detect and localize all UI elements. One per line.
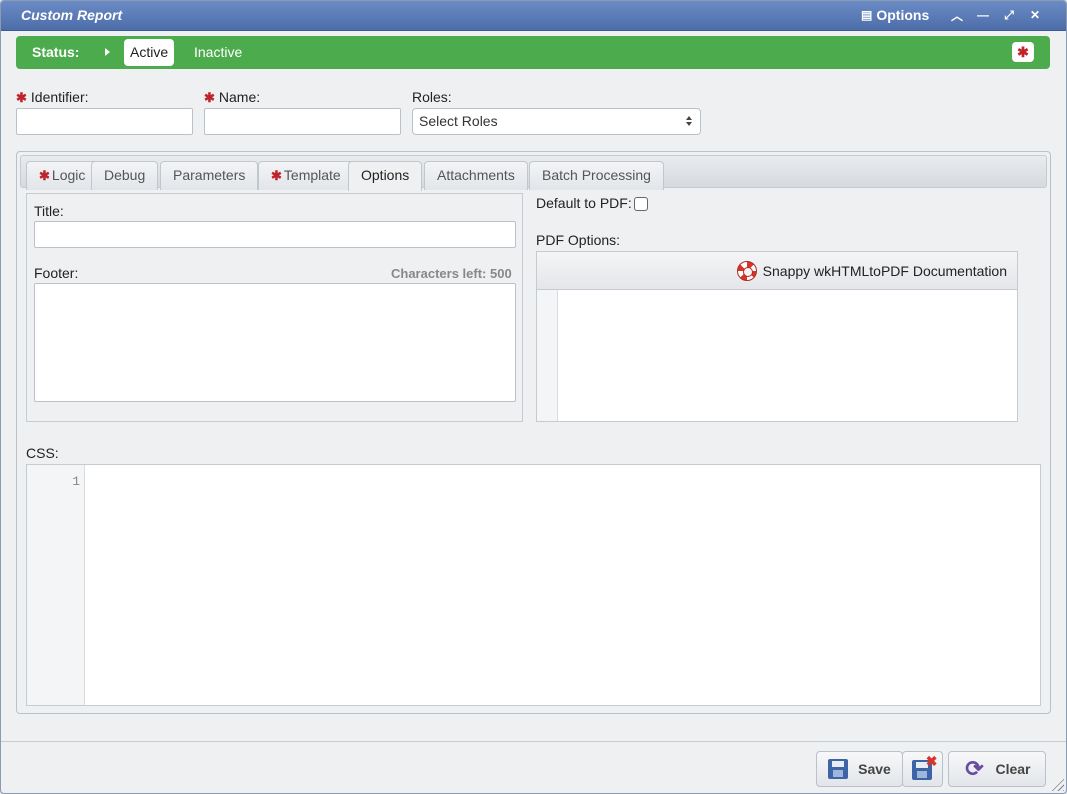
pdf-options-gutter [537, 290, 558, 421]
tab-label: Options [361, 167, 410, 183]
documentation-link[interactable]: Snappy wkHTMLtoPDF Documentation [736, 261, 1007, 281]
list-icon: ▤ [861, 8, 873, 22]
tab-label: Debug [104, 167, 146, 183]
tab-parameters[interactable]: Parameters [160, 161, 259, 190]
pdf-options-label: PDF Options: [536, 232, 621, 248]
save-icon [828, 759, 849, 779]
save-and-close-button[interactable]: ✖ [902, 751, 943, 787]
status-label: Status: [32, 44, 80, 60]
footer-label: Footer: [34, 265, 79, 281]
tab-label: Logic [51, 167, 86, 183]
required-marker-icon: ✱ [1012, 42, 1034, 62]
required-asterisk-icon: ✱ [204, 90, 215, 105]
footer-textarea[interactable] [34, 283, 516, 402]
characters-left-counter: Characters left: 500 [391, 266, 512, 281]
pdf-options-toolbar: Snappy wkHTMLtoPDF Documentation [537, 252, 1017, 290]
save-button-label: Save [858, 761, 891, 777]
tab-options[interactable]: Options [348, 161, 423, 191]
select-arrows-icon [686, 116, 693, 128]
refresh-icon: ⟳ [965, 756, 984, 781]
save-button[interactable]: Save [816, 751, 903, 787]
css-editor-gutter: 1 [27, 465, 85, 705]
default-pdf-label: Default to PDF: [536, 195, 632, 211]
tab-label: Attachments [437, 167, 515, 183]
title-input[interactable] [34, 221, 516, 248]
status-bar: Status: Active Inactive ✱ [16, 36, 1050, 69]
required-asterisk-icon: ✱ [16, 90, 27, 105]
clear-button[interactable]: ⟳ Clear [948, 751, 1046, 787]
name-label: Name: [218, 89, 261, 105]
name-label-wrap: ✱ Name: [204, 89, 260, 106]
documentation-link-label: Snappy wkHTMLtoPDF Documentation [762, 263, 1007, 279]
minimize-icon[interactable]: — [975, 7, 991, 23]
roles-placeholder: Select Roles [419, 113, 498, 129]
window-title: Custom Report [21, 7, 123, 23]
tab-strip: ✱ Logic Debug Parameters ✱ Template Option… [20, 155, 1047, 191]
status-active-option[interactable]: Active [124, 39, 175, 66]
tab-attachments[interactable]: Attachments [424, 161, 528, 190]
resize-handle[interactable] [1050, 777, 1064, 791]
pdf-options-editor[interactable]: Snappy wkHTMLtoPDF Documentation [536, 251, 1018, 422]
default-pdf-checkbox[interactable] [634, 197, 648, 211]
tab-batch-processing[interactable]: Batch Processing [529, 161, 664, 190]
save-close-icon: ✖ [911, 753, 938, 780]
css-code-editor[interactable]: 1 [26, 464, 1041, 706]
tab-label: Parameters [173, 167, 246, 183]
identifier-label: Identifier: [30, 89, 89, 105]
title-label: Title: [34, 203, 64, 219]
caret-right-icon [105, 48, 110, 56]
roles-label: Roles: [412, 89, 452, 105]
line-number: 1 [72, 474, 80, 489]
tab-label: Batch Processing [542, 167, 651, 183]
status-inactive-option[interactable]: Inactive [188, 39, 248, 66]
roles-select[interactable]: Select Roles [412, 108, 701, 135]
close-icon[interactable]: ✕ [1027, 7, 1043, 23]
popout-icon[interactable]: ⤢ [1001, 7, 1017, 23]
footer-divider [1, 741, 1066, 742]
required-asterisk-icon: ✱ [39, 168, 50, 183]
title-bar[interactable]: Custom Report ▤ Options ︿ — ⤢ ✕ [1, 1, 1066, 31]
identifier-label-wrap: ✱ Identifier: [16, 89, 89, 106]
tab-label: Template [283, 167, 341, 183]
options-menu[interactable]: ▤ Options [861, 7, 929, 23]
lifebuoy-help-icon [736, 261, 757, 281]
custom-report-window: Custom Report ▤ Options ︿ — ⤢ ✕ Status: … [0, 0, 1067, 794]
clear-button-label: Clear [995, 761, 1031, 777]
tab-logic[interactable]: ✱ Logic [26, 161, 99, 190]
collapse-icon[interactable]: ︿ [949, 7, 965, 23]
tab-template[interactable]: ✱ Template [258, 161, 354, 190]
options-label: Options [876, 7, 930, 23]
css-label: CSS: [26, 445, 59, 461]
required-asterisk-icon: ✱ [271, 168, 282, 183]
tab-debug[interactable]: Debug [91, 161, 159, 190]
identifier-input[interactable] [16, 108, 193, 135]
name-input[interactable] [204, 108, 401, 135]
